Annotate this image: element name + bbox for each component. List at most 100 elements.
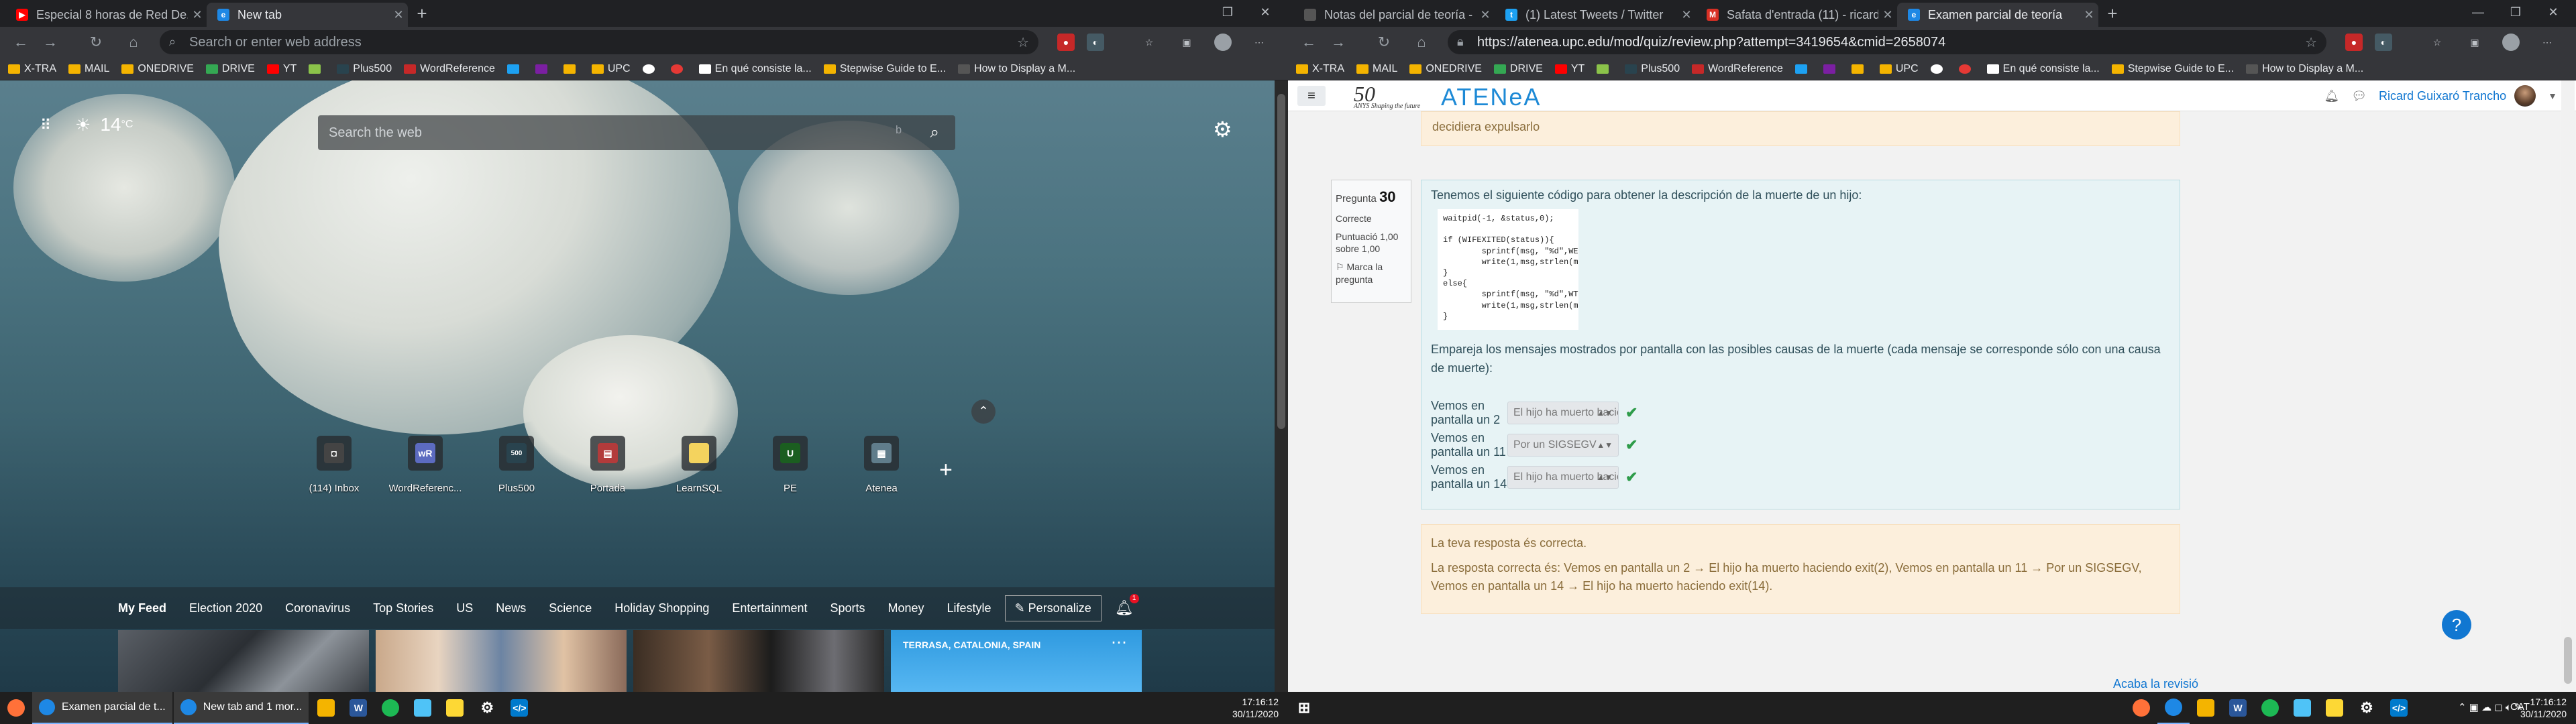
web-search-input[interactable]: Search the web ᵇ ⌕ — [318, 115, 955, 150]
address-bar[interactable]: 🔒︎ https://atenea.upc.edu/mod/quiz/revie… — [1448, 30, 2326, 54]
windows-start-icon[interactable]: ⊞ — [1288, 692, 1320, 724]
feed-tab[interactable]: Election 2020 — [189, 601, 262, 615]
close-icon[interactable]: ✕ — [2080, 8, 2098, 22]
profile-avatar[interactable] — [2502, 34, 2520, 51]
page-scrollbar[interactable] — [1275, 80, 1288, 692]
quick-link-learnsql[interactable]: LearnSQL — [653, 436, 745, 494]
atenea-logo[interactable]: ATENeA — [1441, 83, 1541, 111]
close-icon[interactable]: ✕ — [389, 8, 408, 22]
minimize-button[interactable]: — — [2459, 0, 2497, 24]
personalize-button[interactable]: ✎ Personalize — [1004, 595, 1102, 621]
edge-icon[interactable] — [2157, 692, 2190, 724]
bookmark[interactable]: DRIVE — [1493, 63, 1543, 75]
bookmark[interactable]: WordReference — [1692, 63, 1783, 75]
close-icon[interactable]: ✕ — [1476, 8, 1495, 22]
file-explorer-icon[interactable] — [2190, 692, 2222, 724]
home-button[interactable]: ⌂ — [1411, 32, 1432, 52]
clock[interactable]: 17:16:12 30/11/2020 — [1232, 696, 1279, 720]
spotify-icon[interactable] — [374, 692, 407, 724]
close-icon[interactable]: ✕ — [1878, 8, 1897, 22]
flag-question-link[interactable]: ⚐ Marca la pregunta — [1336, 261, 1407, 286]
avatar[interactable] — [2514, 85, 2536, 107]
extension-icon[interactable]: ● — [2345, 34, 2363, 51]
app-icon[interactable] — [439, 692, 471, 724]
collections-icon[interactable]: ▣ — [1178, 34, 1195, 51]
close-icon[interactable]: ✕ — [188, 8, 207, 22]
bookmark[interactable]: En qué consiste la... — [1986, 63, 2100, 75]
add-quick-link-button[interactable]: + — [939, 457, 953, 483]
chat-icon[interactable]: 💬︎ — [2351, 89, 2367, 103]
bookmark[interactable] — [506, 64, 523, 74]
bookmark[interactable] — [1851, 64, 1868, 74]
extension-icon[interactable]: ◐ — [2375, 34, 2392, 51]
bookmark[interactable] — [1823, 64, 1839, 74]
firefox-icon[interactable] — [0, 692, 32, 724]
taskbar-app-edge[interactable]: New tab and 1 mor... — [173, 692, 309, 724]
restore-button[interactable]: ❐ — [1209, 0, 1246, 24]
bookmark[interactable] — [1794, 64, 1811, 74]
bookmark[interactable]: X-TRA — [1296, 63, 1344, 75]
favorites-icon[interactable]: ☆ — [1140, 34, 1158, 51]
bookmark[interactable] — [1930, 64, 1947, 74]
tab-new-tab[interactable]: e New tab ✕ — [207, 3, 408, 27]
app-icon[interactable] — [2286, 692, 2318, 724]
bookmark[interactable]: MAIL — [1356, 63, 1397, 75]
notifications-bell-icon[interactable]: 🔔︎ 1 — [1115, 594, 1139, 617]
app-icon[interactable] — [407, 692, 439, 724]
bookmark[interactable]: Stepwise Guide to E... — [823, 63, 946, 75]
address-bar[interactable]: ⌕ Search or enter web address ☆ — [160, 30, 1038, 54]
extension-icon[interactable]: ● — [1057, 34, 1075, 51]
bookmark[interactable]: DRIVE — [205, 63, 255, 75]
feed-tab[interactable]: US — [456, 601, 473, 615]
bookmark[interactable]: MAIL — [68, 63, 109, 75]
news-card[interactable] — [376, 630, 627, 692]
match-select[interactable]: El hijo ha muerto haciendo exit(2)▲▼ — [1507, 402, 1619, 424]
tab-gmail[interactable]: M Safata d'entrada (11) - ricard.gu... ✕ — [1696, 3, 1897, 27]
new-tab-button[interactable]: + — [2102, 4, 2123, 24]
match-select[interactable]: El hijo ha muerto haciendo exit(14)▲▼ — [1507, 466, 1619, 489]
bookmark[interactable] — [1958, 64, 1975, 74]
menu-icon[interactable]: ⋯ — [2538, 34, 2556, 51]
word-icon[interactable]: W — [2222, 692, 2254, 724]
hamburger-menu-icon[interactable]: ≡ — [1297, 86, 1326, 106]
feed-tab[interactable]: Holiday Shopping — [614, 601, 709, 615]
bookmark[interactable]: Plus500 — [337, 63, 392, 75]
settings-gear-icon[interactable]: ⚙ — [471, 692, 503, 724]
search-icon[interactable]: ⌕ — [930, 123, 939, 142]
extension-icon[interactable]: ◐ — [1087, 34, 1104, 51]
quick-link-pe[interactable]: U PE — [745, 436, 836, 494]
chevron-down-icon[interactable]: ▼ — [2548, 90, 2557, 101]
bookmark[interactable]: WordReference — [404, 63, 495, 75]
bookmark[interactable]: UPC — [1879, 63, 1919, 75]
feed-tab[interactable]: Entertainment — [732, 601, 807, 615]
bookmark[interactable]: YT — [1554, 63, 1585, 75]
bookmark[interactable]: How to Display a M... — [2246, 63, 2363, 75]
news-card[interactable] — [118, 630, 369, 692]
tab-examen[interactable]: e Examen parcial de teoría ✕ — [1897, 3, 2098, 27]
feed-tab[interactable]: Lifestyle — [947, 601, 991, 615]
file-explorer-icon[interactable] — [310, 692, 342, 724]
bookmark[interactable]: Plus500 — [1625, 63, 1680, 75]
settings-gear-icon[interactable]: ⚙ — [1213, 117, 1232, 142]
close-window-button[interactable]: ✕ — [1246, 0, 1284, 24]
bookmark[interactable]: X-TRA — [8, 63, 56, 75]
more-options-icon[interactable]: ⋯ — [1111, 633, 1127, 652]
tab-youtube[interactable]: ▶ Especial 8 horas de Red De... ✕ — [5, 3, 207, 27]
star-icon[interactable]: ☆ — [2305, 34, 2317, 51]
star-icon[interactable]: ☆ — [1017, 34, 1029, 51]
page-scrollbar[interactable] — [2561, 80, 2575, 692]
quick-link-atenea[interactable]: ▦ Atenea — [836, 436, 927, 494]
feed-tab[interactable]: Coronavirus — [285, 601, 350, 615]
match-select[interactable]: Por un SIGSEGV ▲▼ — [1507, 434, 1619, 457]
spotify-icon[interactable] — [2254, 692, 2286, 724]
bookmark[interactable] — [563, 64, 580, 74]
bookmark[interactable] — [642, 64, 659, 74]
menu-icon[interactable]: ⋯ — [1250, 34, 1268, 51]
favorites-icon[interactable]: ☆ — [2428, 34, 2446, 51]
restore-button[interactable]: ❐ — [2497, 0, 2534, 24]
new-tab-button[interactable]: + — [412, 4, 432, 24]
bookmark[interactable] — [1597, 64, 1613, 74]
bell-icon[interactable]: 🔔︎ — [2324, 89, 2339, 103]
feed-tab[interactable]: Money — [888, 601, 924, 615]
bookmark[interactable]: How to Display a M... — [958, 63, 1075, 75]
